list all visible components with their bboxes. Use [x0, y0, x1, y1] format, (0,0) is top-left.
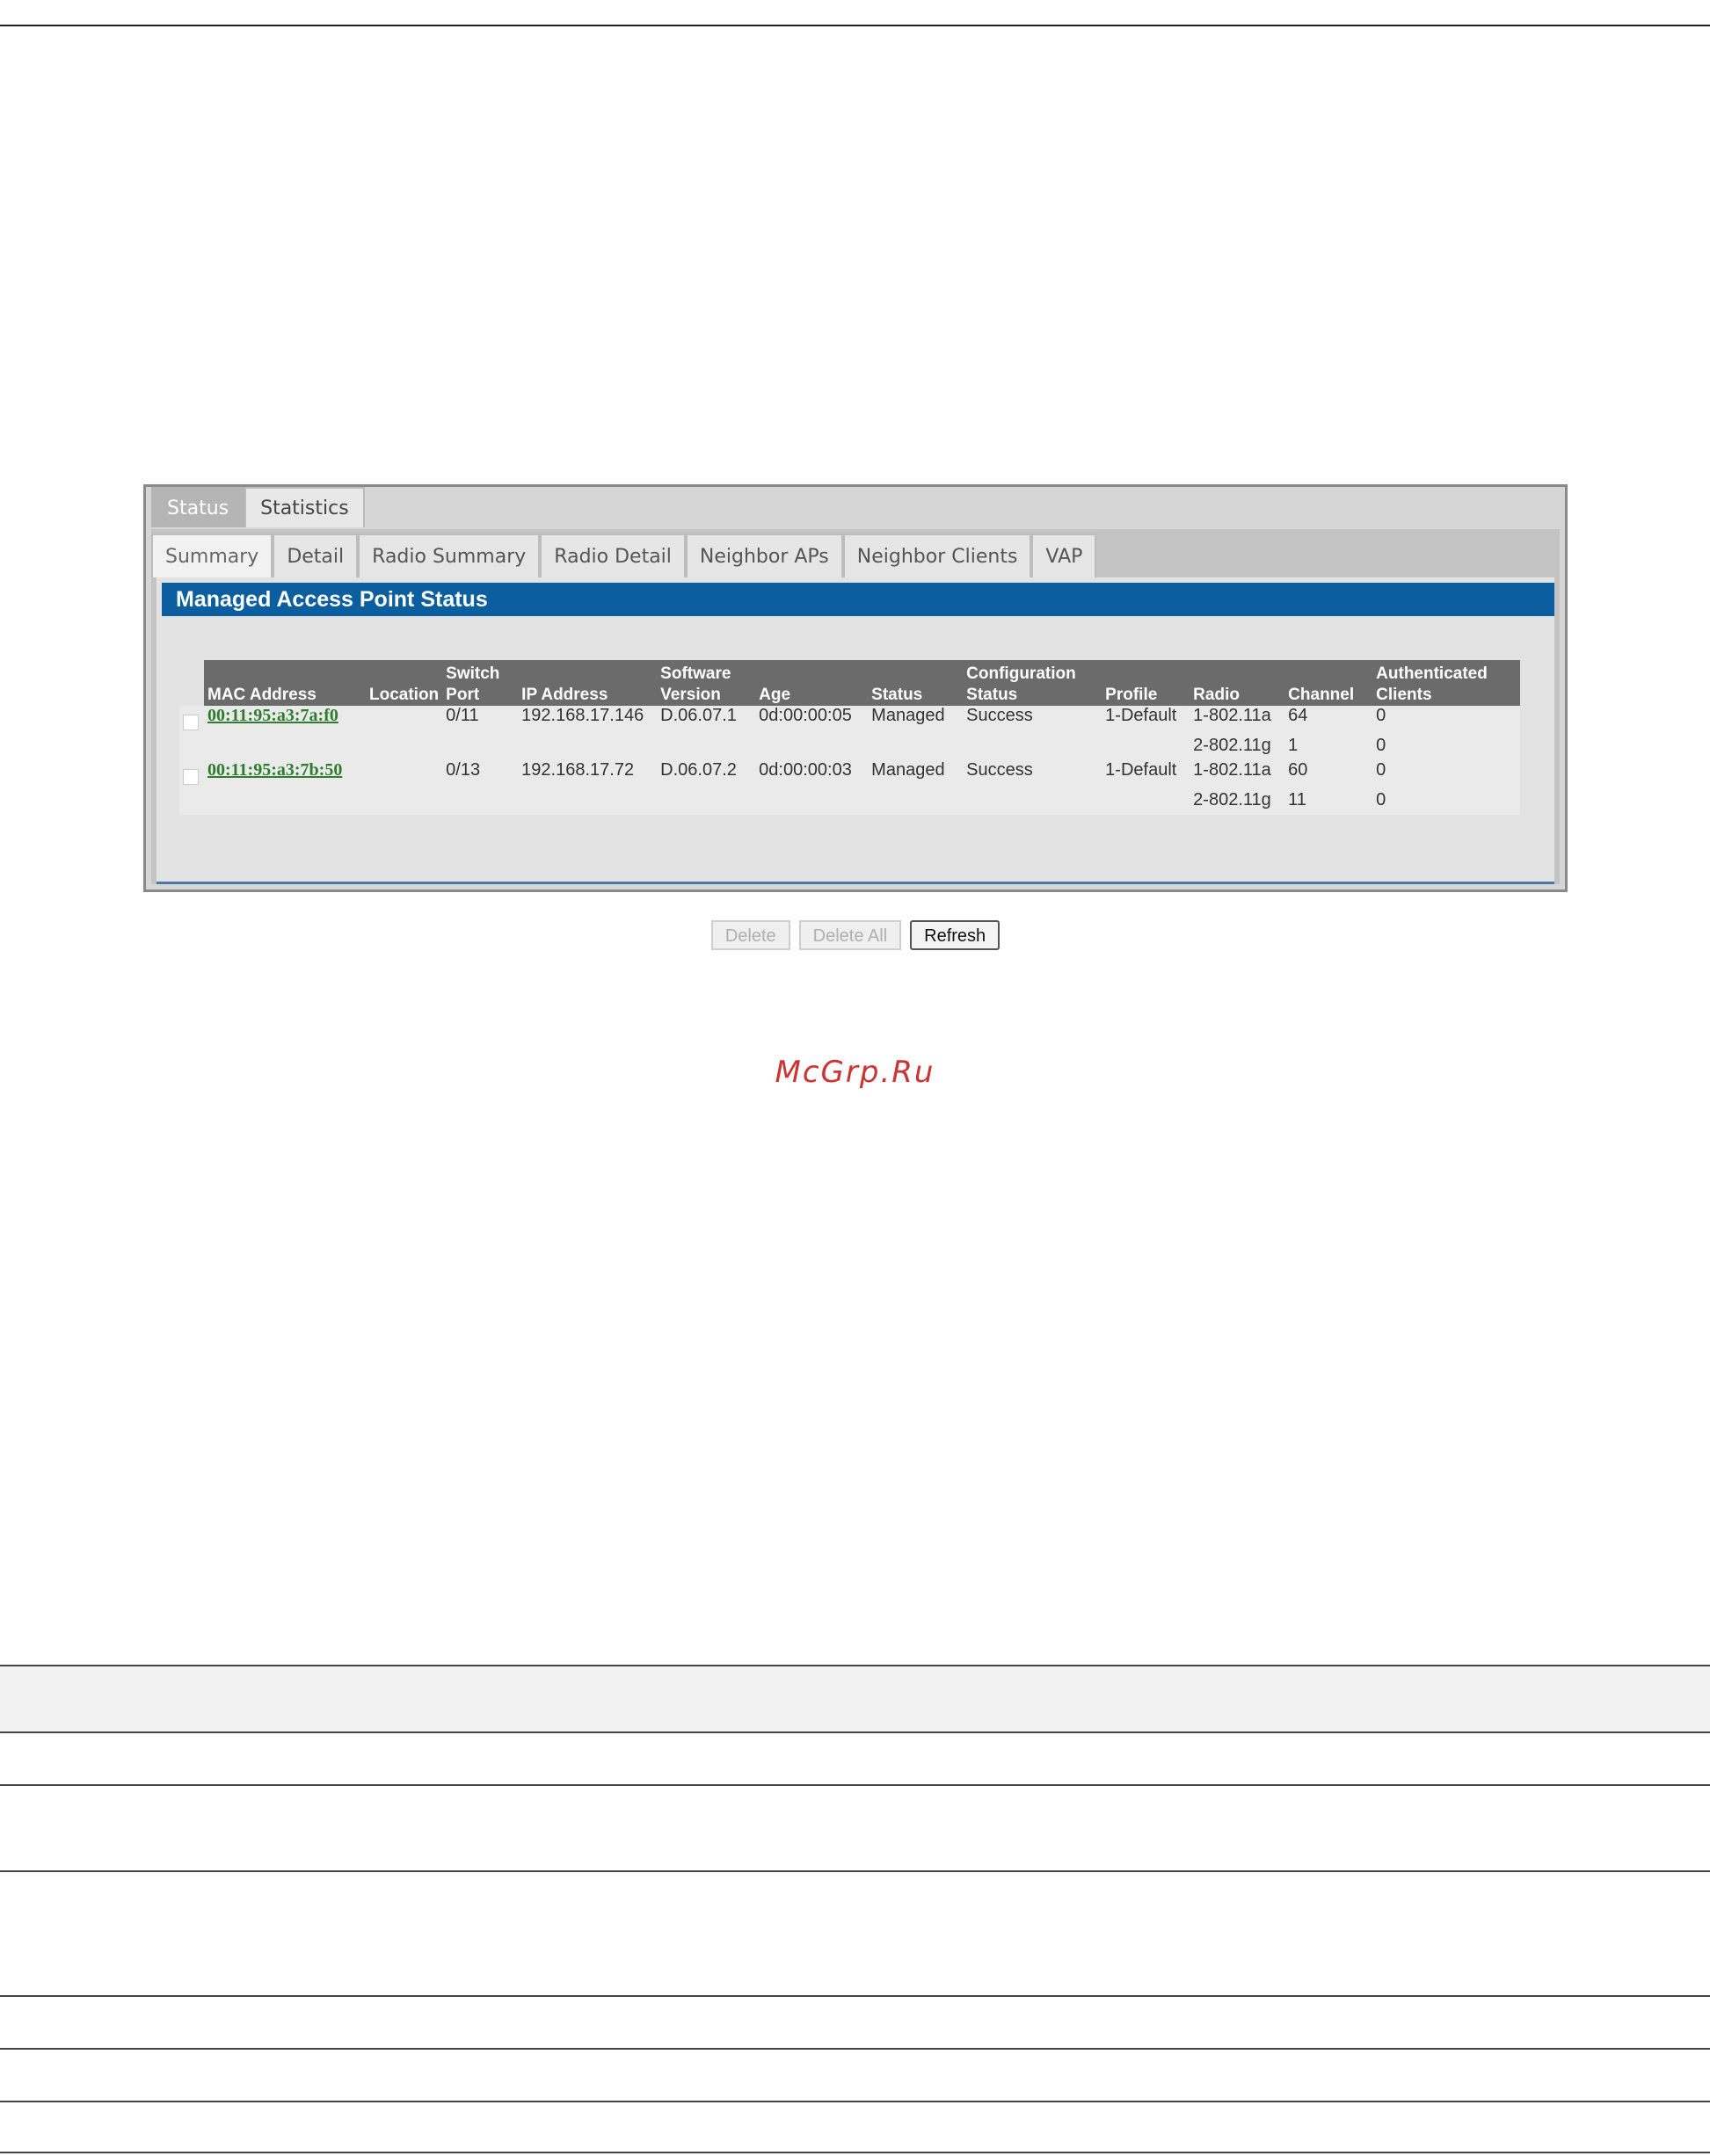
col-mac-address: MAC Address	[204, 660, 366, 706]
action-buttons: Delete Delete All Refresh	[156, 920, 1554, 950]
channel-cell: 1	[1288, 736, 1299, 755]
channel-cell: 11	[1288, 790, 1306, 809]
col-ip-address: IP Address	[518, 660, 658, 706]
ip-cell: 192.168.17.146	[521, 706, 644, 725]
tab-neighbor-clients[interactable]: Neighbor Clients	[842, 534, 1032, 577]
clients-cell: 0	[1376, 706, 1386, 725]
row-checkbox-cell	[179, 760, 204, 790]
tab-status[interactable]: Status	[151, 487, 245, 527]
ap-status-table: MAC Address Location Switch Port IP Addre…	[179, 660, 1521, 815]
mac-cell: 00:11:95:a3:7a:f0	[204, 706, 366, 736]
clients-cell: 0	[1376, 736, 1386, 755]
port-cell: 0/11	[446, 706, 479, 725]
tab-radio-summary[interactable]: Radio Summary	[358, 534, 541, 577]
col-software-version: Software Version	[657, 660, 756, 706]
panel-title: Managed Access Point Status	[162, 583, 1554, 616]
port-cell: 0/13	[446, 760, 481, 780]
version-cell: D.06.07.1	[660, 706, 737, 725]
status-cell: Managed	[871, 760, 945, 780]
table-subrow: 2-802.11g 1 0	[179, 736, 1520, 760]
secondary-tabs: Summary Detail Radio Summary Radio Detai…	[151, 534, 1097, 577]
reference-table-row	[0, 1997, 1710, 2050]
refresh-button[interactable]: Refresh	[910, 920, 1001, 950]
mac-cell: 00:11:95:a3:7b:50	[204, 760, 366, 790]
tab-content: Managed Access Point Status MAC Address …	[156, 577, 1554, 950]
table-row: 00:11:95:a3:7b:50 0/13 192.168.17.72 D.0…	[179, 760, 1520, 790]
table-header-row: MAC Address Location Switch Port IP Addre…	[179, 660, 1521, 706]
delete-all-button[interactable]: Delete All	[798, 920, 902, 950]
reference-table-row	[0, 1786, 1710, 1872]
clients-cell: 0	[1376, 760, 1386, 780]
header-rule	[0, 25, 1710, 26]
col-configuration-status: Configuration Status	[963, 660, 1102, 706]
tab-neighbor-aps[interactable]: Neighbor APs	[685, 534, 843, 577]
version-cell: D.06.07.2	[660, 760, 737, 780]
primary-tab-panel: Summary Detail Radio Summary Radio Detai…	[151, 529, 1560, 950]
config-status-cell: Success	[966, 760, 1033, 780]
channel-cell: 64	[1288, 706, 1308, 725]
col-authenticated-clients: Authenticated Clients	[1372, 660, 1521, 706]
reference-table-row	[0, 2102, 1710, 2153]
profile-cell: 1-Default	[1105, 760, 1177, 780]
checkbox-column-header	[179, 660, 204, 706]
clients-cell: 0	[1376, 790, 1386, 809]
col-location: Location	[366, 660, 443, 706]
ap-status-table-wrap: MAC Address Location Switch Port IP Addre…	[179, 660, 1563, 815]
row-checkbox-cell	[179, 706, 204, 736]
ip-cell: 192.168.17.72	[521, 760, 635, 780]
age-cell: 0d:00:00:03	[759, 760, 852, 780]
radio-cell: 1-802.11a	[1193, 760, 1271, 780]
col-channel: Channel	[1284, 660, 1373, 706]
tab-detail[interactable]: Detail	[273, 534, 359, 577]
age-cell: 0d:00:00:05	[759, 706, 852, 725]
radio-cell: 1-802.11a	[1193, 706, 1271, 725]
mac-address-link[interactable]: 00:11:95:a3:7b:50	[207, 760, 342, 780]
col-age: Age	[755, 660, 869, 706]
reference-table-header	[0, 1665, 1710, 1733]
reference-table-row	[0, 2050, 1710, 2102]
primary-tabs: Status Statistics	[151, 487, 365, 529]
delete-button[interactable]: Delete	[710, 920, 790, 950]
reference-table-row	[0, 1733, 1710, 1786]
tab-summary[interactable]: Summary	[151, 534, 273, 577]
table-subrow: 2-802.11g 11 0	[179, 790, 1520, 815]
tab-vap[interactable]: VAP	[1031, 534, 1097, 577]
location-cell	[366, 760, 442, 790]
tab-statistics[interactable]: Statistics	[244, 487, 365, 527]
row-select-checkbox[interactable]	[183, 769, 199, 785]
col-status: Status	[868, 660, 964, 706]
mac-address-link[interactable]: 00:11:95:a3:7a:f0	[207, 706, 338, 725]
reference-table-row	[0, 1872, 1710, 1997]
col-radio: Radio	[1190, 660, 1285, 706]
status-cell: Managed	[871, 706, 945, 725]
tab-radio-detail[interactable]: Radio Detail	[540, 534, 686, 577]
col-switch-port: Switch Port	[442, 660, 519, 706]
table-row: 00:11:95:a3:7a:f0 0/11 192.168.17.146 D.…	[179, 706, 1520, 736]
radio-cell: 2-802.11g	[1193, 736, 1271, 755]
channel-cell: 60	[1288, 760, 1308, 780]
location-cell	[366, 706, 442, 736]
screenshot-frame: Status Statistics Summary Detail Radio S…	[143, 484, 1568, 950]
radio-cell: 2-802.11g	[1193, 790, 1271, 809]
watermark: McGrp.Ru	[775, 1055, 935, 1090]
row-select-checkbox[interactable]	[183, 715, 199, 730]
profile-cell: 1-Default	[1105, 706, 1177, 725]
config-status-cell: Success	[966, 706, 1033, 725]
col-profile: Profile	[1102, 660, 1190, 706]
